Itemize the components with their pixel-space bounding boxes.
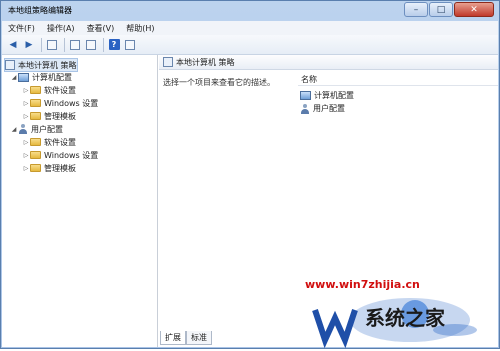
menu-view[interactable]: 查看(V) <box>81 23 121 34</box>
folder-icon <box>30 99 41 107</box>
user-icon <box>18 124 28 134</box>
expand-arrow-icon[interactable]: ▷ <box>22 165 30 172</box>
menu-bar: 文件(F) 操作(A) 查看(V) 帮助(H) <box>2 21 498 35</box>
tree-item-user-admin-templates[interactable]: ▷ 管理模板 <box>22 162 76 174</box>
watermark-logo: 系统之家 <box>305 290 500 349</box>
tree-item-software-settings[interactable]: ▷ 软件设置 <box>22 84 76 96</box>
expand-arrow-icon[interactable]: ▷ <box>22 139 30 146</box>
tree-item-label: 管理模板 <box>44 163 76 173</box>
minimize-button[interactable]: – <box>404 2 428 17</box>
details-title: 本地计算机 策略 <box>176 57 235 67</box>
list-item-label: 计算机配置 <box>314 91 354 100</box>
user-icon <box>300 103 310 114</box>
watermark-brand: 系统之家 <box>365 306 445 330</box>
folder-icon <box>30 138 41 146</box>
menu-help[interactable]: 帮助(H) <box>120 23 160 34</box>
tree-pane: 本地计算机 策略 ◢ 计算机配置 ▷ 软件设置 ▷ Windows 设置 ▷ 管… <box>2 55 158 347</box>
tree-item-windows-settings[interactable]: ▷ Windows 设置 <box>22 97 99 109</box>
tree-item-label: 管理模板 <box>44 111 76 121</box>
tree-item-label: 本地计算机 策略 <box>18 60 77 70</box>
tab-standard[interactable]: 标准 <box>186 331 212 345</box>
computer-icon <box>300 91 311 100</box>
list-item[interactable]: 用户配置 <box>300 103 345 114</box>
toolbar-separator <box>64 37 65 52</box>
show-hide-tree-icon[interactable] <box>45 38 59 52</box>
expand-arrow-icon[interactable]: ▷ <box>22 87 30 94</box>
close-button[interactable]: ✕ <box>454 2 494 17</box>
tree-item-user-config[interactable]: ◢ 用户配置 <box>10 123 63 135</box>
tree-item-root[interactable]: 本地计算机 策略 <box>4 58 78 72</box>
list-item[interactable]: 计算机配置 <box>300 90 354 101</box>
forward-arrow-icon[interactable]: ▶ <box>22 38 36 52</box>
description-text: 选择一个项目来查看它的描述。 <box>163 78 275 87</box>
help-icon[interactable]: ? <box>107 38 121 52</box>
filter-icon[interactable] <box>123 38 137 52</box>
folder-icon <box>30 112 41 120</box>
export-list-icon[interactable] <box>84 38 98 52</box>
menu-file[interactable]: 文件(F) <box>2 23 41 34</box>
policy-icon <box>163 57 173 67</box>
caption-buttons: – □ ✕ <box>403 2 494 17</box>
folder-icon <box>30 151 41 159</box>
collapse-arrow-icon[interactable]: ◢ <box>10 74 18 81</box>
expand-arrow-icon[interactable]: ▷ <box>22 113 30 120</box>
tree-item-label: 计算机配置 <box>32 72 72 82</box>
view-tabs: 扩展 标准 <box>160 331 212 345</box>
toolbar: ◀ ▶ ? <box>2 35 498 55</box>
tree-item-label: Windows 设置 <box>44 150 99 160</box>
column-header-name[interactable]: 名称 <box>298 74 498 86</box>
toolbar-separator <box>103 37 104 52</box>
collapse-arrow-icon[interactable]: ◢ <box>10 126 18 133</box>
details-header: 本地计算机 策略 <box>159 55 498 70</box>
policy-icon <box>5 60 15 70</box>
tree-item-label: 用户配置 <box>31 124 63 134</box>
computer-icon <box>18 72 29 82</box>
expand-arrow-icon[interactable]: ▷ <box>22 152 30 159</box>
tree-item-admin-templates[interactable]: ▷ 管理模板 <box>22 110 76 122</box>
folder-icon <box>30 164 41 172</box>
tree-item-user-windows-settings[interactable]: ▷ Windows 设置 <box>22 149 99 161</box>
properties-icon[interactable] <box>68 38 82 52</box>
maximize-button[interactable]: □ <box>429 2 453 17</box>
tree-item-computer-config[interactable]: ◢ 计算机配置 <box>10 71 72 83</box>
tab-extended[interactable]: 扩展 <box>160 331 186 345</box>
tree-item-user-software-settings[interactable]: ▷ 软件设置 <box>22 136 76 148</box>
title-bar: 本地组策略编辑器 – □ ✕ <box>1 1 499 21</box>
list-item-label: 用户配置 <box>313 104 345 113</box>
expand-arrow-icon[interactable]: ▷ <box>22 100 30 107</box>
folder-icon <box>30 86 41 94</box>
tree-item-label: 软件设置 <box>44 137 76 147</box>
toolbar-separator <box>41 37 42 52</box>
back-arrow-icon[interactable]: ◀ <box>6 38 20 52</box>
window-title: 本地组策略编辑器 <box>8 6 72 15</box>
tree-item-label: Windows 设置 <box>44 98 99 108</box>
tree-item-label: 软件设置 <box>44 85 76 95</box>
menu-action[interactable]: 操作(A) <box>41 23 81 34</box>
